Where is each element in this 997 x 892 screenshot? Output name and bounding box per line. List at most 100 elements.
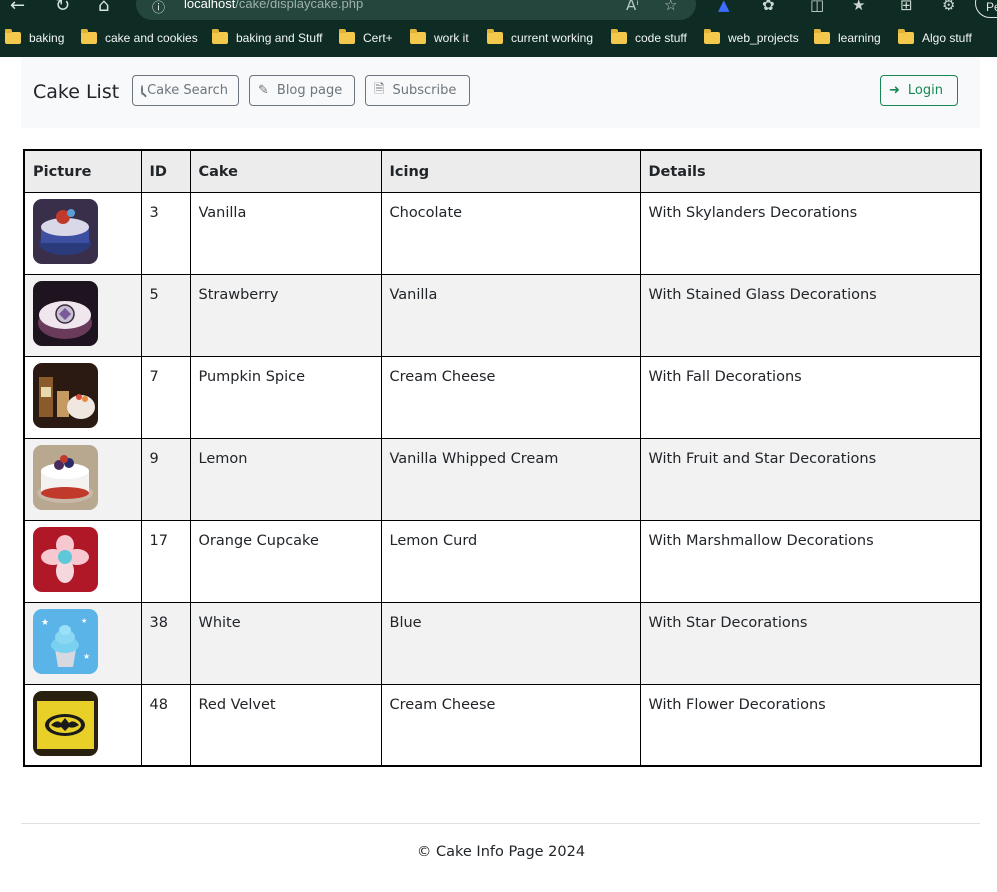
cake-cell: Pumpkin Spice [189,355,382,439]
site-info-icon[interactable]: ⓘ [152,0,165,16]
cake-cell: Red Velvet [189,683,382,767]
read-aloud-icon[interactable]: Aⁱ [626,0,639,14]
bookmark-folder[interactable]: code stuff [611,27,687,49]
cake-photo [33,690,98,756]
bookmark-label: work it [434,31,469,45]
favorites-icon[interactable]: ★ [852,0,865,14]
bookmark-label: current working [511,31,594,45]
login-button[interactable]: ➜ Login [880,75,958,106]
id-cell: 3 [140,191,191,275]
icing-cell: Vanilla Whipped Cream [380,437,641,521]
bookmark-folder[interactable]: baking and Stuff [212,27,323,49]
bookmark-label: Cert+ [363,31,393,45]
icing-cell: Lemon Curd [380,519,641,603]
back-icon[interactable]: ← [10,0,25,16]
profile-button[interactable]: Pe [975,0,997,18]
bookmark-folder[interactable]: baking [5,27,64,49]
bookmarks-bar: baking cake and cookies baking and Stuff… [0,27,997,49]
favorite-star-icon[interactable]: ☆ [664,0,677,14]
picture-cell: ★ ★ ★ [23,601,142,685]
cake-photo [33,444,98,510]
bookmark-folder[interactable]: current working [487,27,593,49]
subscribe-label: Subscribe [392,83,457,98]
cake-cell: Vanilla [189,191,382,275]
folder-icon [898,29,914,44]
id-cell: 17 [140,519,191,603]
svg-text:★: ★ [81,617,87,625]
browser-chrome: ← ↻ ⌂ ⓘ localhost/cake/displaycake.php A… [0,0,997,57]
footer-divider [21,823,980,824]
bookmark-folder[interactable]: learning [814,27,881,49]
cake-photo [33,198,98,264]
bookmark-label: learning [838,31,881,45]
svg-text:★: ★ [41,618,49,628]
blog-page-button[interactable]: ✎ Blog page [249,75,355,106]
collections-icon[interactable]: ⊞ [900,0,913,14]
bookmark-folder[interactable]: web_projects [704,27,799,49]
icing-cell: Vanilla [380,273,641,357]
header-icing: Icing [380,149,641,193]
folder-icon [5,29,21,44]
pencil-icon: ✎ [258,83,269,98]
bookmark-folder[interactable]: Cert+ [339,27,393,49]
bookmark-label: baking [29,31,65,45]
extension-icon[interactable]: ▲ [718,0,730,14]
url-path: /cake/displaycake.php [235,0,364,11]
login-label: Login [907,83,943,98]
refresh-icon[interactable]: ↻ [55,0,70,16]
folder-icon [212,29,228,44]
folder-icon [81,29,97,44]
picture-cell [23,355,142,439]
picture-cell [23,519,142,603]
url-host: localhost [184,0,236,11]
details-cell: With Flower Decorations [639,683,982,767]
folder-icon [487,29,503,44]
address-url[interactable]: localhost/cake/displaycake.php [184,0,363,11]
header-picture: Picture [23,149,142,193]
browser-toolbar: ← ↻ ⌂ ⓘ localhost/cake/displaycake.php A… [0,0,997,22]
split-screen-icon[interactable]: ◫ [810,0,824,14]
cake-search-button[interactable]: Cake Search [132,75,239,106]
cupcake-photo: ★ ★ ★ [33,608,98,674]
id-cell: 9 [140,437,191,521]
icing-cell: Blue [380,601,641,685]
details-cell: With Stained Glass Decorations [639,273,982,357]
bookmark-label: web_projects [728,31,799,45]
bookmark-label: Algo stuff [922,31,972,45]
table-header-row: Picture ID Cake Icing Details [23,149,982,193]
bookmark-folder[interactable]: cake and cookies [81,27,198,49]
cake-cell: Orange Cupcake [189,519,382,603]
page-title[interactable]: Cake List [33,81,119,103]
blog-page-label: Blog page [276,83,343,98]
sign-in-icon: ➜ [889,83,900,98]
home-icon[interactable]: ⌂ [98,0,109,16]
details-cell: With Marshmallow Decorations [639,519,982,603]
bookmark-folder[interactable]: work it [410,27,469,49]
table-row: 9 Lemon Vanilla Whipped Cream With Fruit… [23,437,982,521]
picture-cell [23,191,142,275]
bookmark-folder[interactable]: Algo stuff [898,27,972,49]
svg-text:★: ★ [83,652,90,661]
cake-search-label: Cake Search [147,83,228,98]
subscribe-button[interactable]: 🗎 Subscribe [365,75,470,106]
table-row: 3 Vanilla Chocolate With Skylanders Deco… [23,191,982,275]
details-cell: With Skylanders Decorations [639,191,982,275]
cake-cell: Lemon [189,437,382,521]
picture-cell [23,683,142,767]
cake-cell: Strawberry [189,273,382,357]
puzzle-icon[interactable]: ✿ [762,0,775,14]
id-cell: 48 [140,683,191,767]
settings-icon[interactable]: ⚙ [942,0,955,14]
icing-cell: Chocolate [380,191,641,275]
footer-copyright: © Cake Info Page 2024 [416,844,586,860]
details-cell: With Fall Decorations [639,355,982,439]
icing-cell: Cream Cheese [380,683,641,767]
icing-cell: Cream Cheese [380,355,641,439]
cake-cell: White [189,601,382,685]
folder-icon [704,29,720,44]
cake-table: Picture ID Cake Icing Details 3 Vanilla … [23,149,982,767]
bookmark-label: code stuff [635,31,687,45]
table-row: 48 Red Velvet Cream Cheese With Flower D… [23,683,982,767]
details-cell: With Fruit and Star Decorations [639,437,982,521]
bookmark-label: baking and Stuff [236,31,323,45]
